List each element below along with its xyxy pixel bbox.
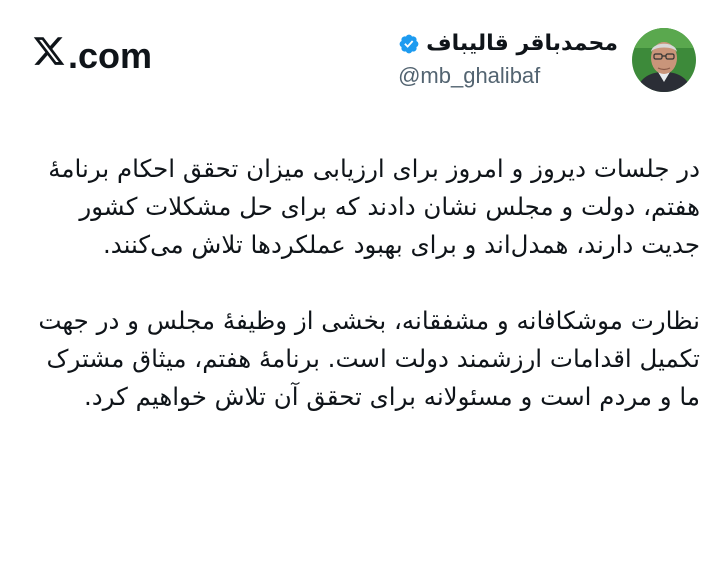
x-logo-icon <box>32 34 68 77</box>
author-header[interactable]: محمدباقر قالیباف @mb_ghalibaf <box>398 28 696 92</box>
brand-domain-label: .com <box>68 34 153 76</box>
tweet-paragraph: نظارت موشکافانه و مشفقانه، بخشی از وظیفه… <box>38 306 700 411</box>
author-handle[interactable]: @mb_ghalibaf <box>398 60 540 92</box>
x-brand[interactable]: .com <box>32 34 152 77</box>
verified-badge-icon <box>398 33 420 55</box>
avatar[interactable] <box>632 28 696 92</box>
author-names: محمدباقر قالیباف @mb_ghalibaf <box>398 28 618 92</box>
tweet-body: در جلسات دیروز و امروز برای ارزیابی میزا… <box>24 150 700 416</box>
display-name[interactable]: محمدباقر قالیباف <box>426 28 618 60</box>
tweet-paragraph: در جلسات دیروز و امروز برای ارزیابی میزا… <box>48 154 700 259</box>
display-name-row: محمدباقر قالیباف <box>398 28 618 60</box>
